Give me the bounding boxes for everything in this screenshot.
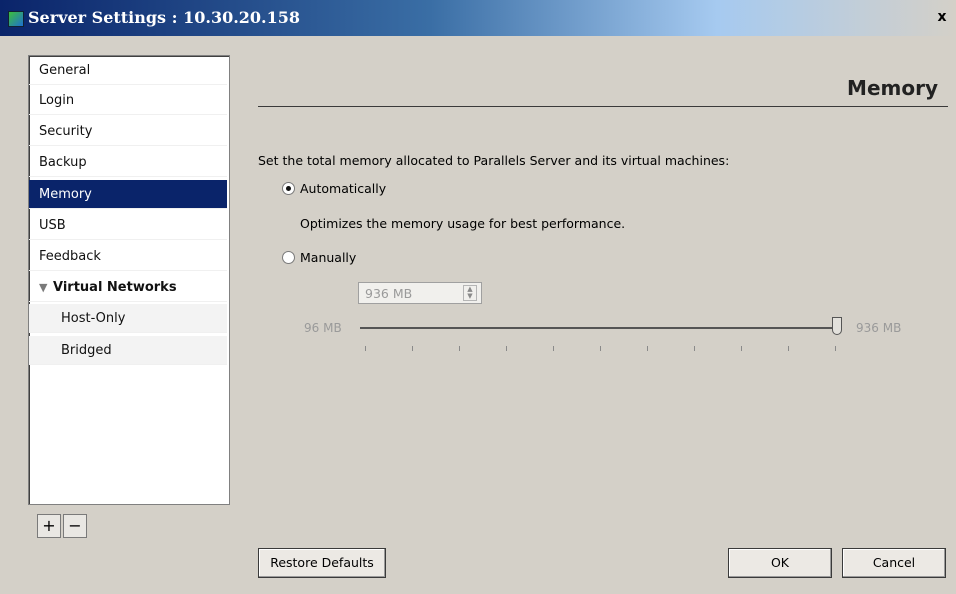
slider-tick — [459, 346, 460, 351]
close-icon[interactable]: x — [934, 9, 950, 25]
slider-tick — [365, 346, 366, 351]
slider-tick — [553, 346, 554, 351]
sidebar-item-feedback[interactable]: Feedback — [29, 242, 227, 271]
sidebar-item-login[interactable]: Login — [29, 86, 227, 115]
memory-value: 936 MB — [365, 286, 413, 301]
manual-radio[interactable] — [282, 251, 295, 264]
slider-tick — [600, 346, 601, 351]
ok-button[interactable]: OK — [728, 548, 832, 578]
header-divider — [258, 106, 948, 107]
auto-radio-label[interactable]: Automatically — [300, 181, 386, 196]
sidebar-item-bridged[interactable]: Bridged — [29, 336, 227, 365]
sidebar-item-backup[interactable]: Backup — [29, 148, 227, 177]
sidebar-item-host-only[interactable]: Host-Only — [29, 304, 227, 333]
section-title: Memory — [847, 76, 938, 100]
restore-defaults-button[interactable]: Restore Defaults — [258, 548, 386, 578]
slider-tick — [412, 346, 413, 351]
settings-window: Server Settings : 10.30.20.158 x General… — [0, 0, 956, 594]
slider-tick — [741, 346, 742, 351]
sidebar-item-memory[interactable]: Memory — [29, 180, 227, 209]
memory-description: Set the total memory allocated to Parall… — [258, 153, 730, 168]
window-title: Server Settings : 10.30.20.158 — [28, 8, 301, 27]
memory-stepper[interactable]: 936 MB ▲ ▼ — [358, 282, 482, 304]
manual-radio-label[interactable]: Manually — [300, 250, 356, 265]
triangle-down-icon[interactable]: ▼ — [39, 273, 53, 302]
slider-tick — [835, 346, 836, 351]
sidebar-group-virtual-networks[interactable]: ▼ Virtual Networks — [29, 273, 227, 302]
memory-slider-thumb[interactable] — [832, 317, 842, 335]
memory-slider-track[interactable] — [360, 327, 838, 329]
title-bar[interactable]: Server Settings : 10.30.20.158 x — [0, 0, 956, 36]
add-button[interactable]: + — [37, 514, 61, 538]
cancel-button[interactable]: Cancel — [842, 548, 946, 578]
slider-tick — [647, 346, 648, 351]
auto-radio[interactable] — [282, 182, 295, 195]
slider-tick — [506, 346, 507, 351]
settings-sidebar: General Login Security Backup Memory USB… — [28, 55, 230, 505]
stepper-arrows-icon[interactable]: ▲ ▼ — [463, 285, 477, 301]
remove-button[interactable]: − — [63, 514, 87, 538]
sidebar-item-usb[interactable]: USB — [29, 211, 227, 240]
slider-min-label: 96 MB — [304, 321, 342, 335]
sidebar-item-general[interactable]: General — [29, 56, 227, 85]
auto-hint: Optimizes the memory usage for best perf… — [300, 216, 626, 231]
slider-max-label: 936 MB — [856, 321, 902, 335]
sidebar-group-label: Virtual Networks — [53, 280, 177, 295]
slider-tick — [694, 346, 695, 351]
sidebar-item-security[interactable]: Security — [29, 117, 227, 146]
server-settings-icon — [8, 11, 24, 27]
slider-tick — [788, 346, 789, 351]
